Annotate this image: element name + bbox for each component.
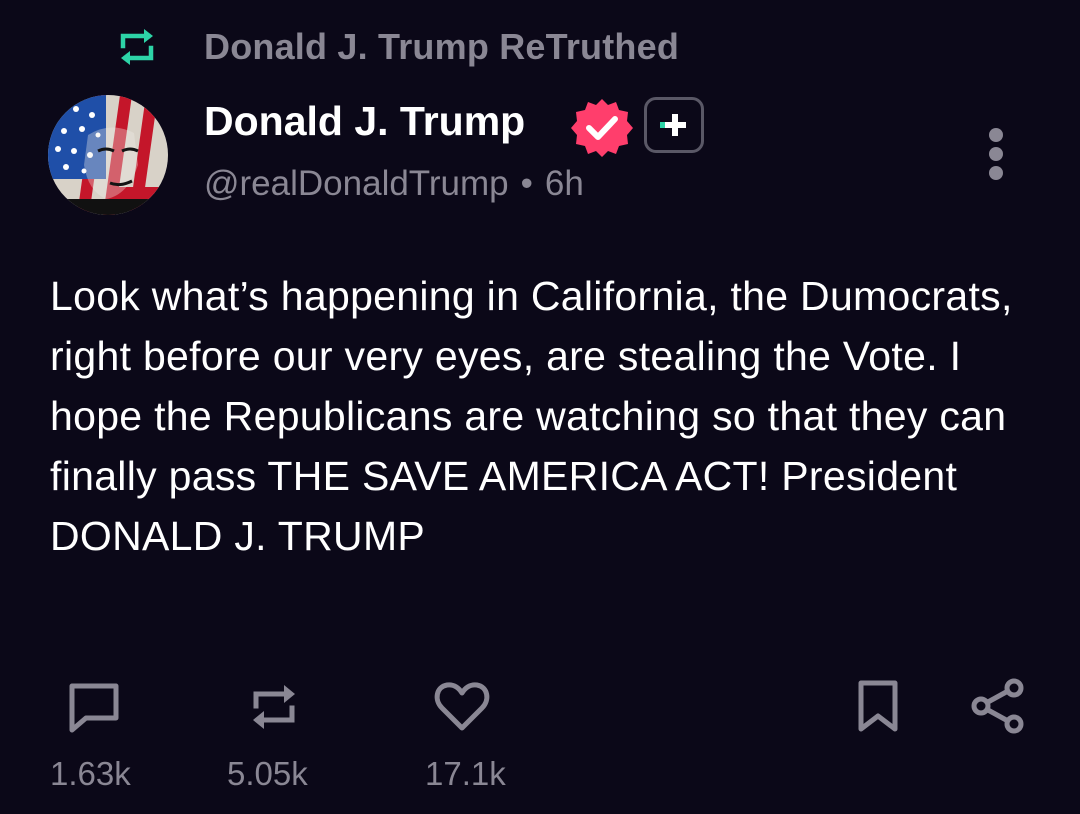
author-name[interactable]: Donald J. Trump: [204, 98, 525, 145]
reply-icon: [69, 683, 119, 733]
reply-button[interactable]: [64, 676, 124, 736]
retruth-header[interactable]: Donald J. Trump ReTruthed: [114, 22, 679, 72]
retruth-icon: [114, 24, 160, 70]
post-text: Look what’s happening in California, the…: [50, 273, 1013, 559]
post-time[interactable]: 6h: [545, 164, 584, 203]
bookmark-icon: [858, 680, 898, 732]
share-icon: [971, 678, 1024, 734]
share-button[interactable]: [968, 676, 1028, 736]
more-vertical-icon: [989, 128, 1003, 180]
handle-row: @realDonaldTrump • 6h: [204, 164, 584, 204]
retruth-icon: [253, 685, 295, 729]
separator-dot: •: [520, 164, 533, 203]
reply-count: 1.63k: [50, 755, 131, 792]
bookmark-button[interactable]: [848, 676, 908, 736]
retruth-count: 5.05k: [227, 755, 308, 792]
avatar[interactable]: [48, 95, 168, 215]
more-options-button[interactable]: [976, 125, 1016, 185]
verified-badge-icon: [570, 96, 634, 160]
truth-plus-icon: [644, 97, 704, 153]
post-card: Donald J. Trump ReTruthed Donald J. Trum…: [0, 0, 1080, 814]
retruth-button[interactable]: [244, 676, 304, 736]
retruth-label: Donald J. Trump ReTruthed: [204, 26, 680, 67]
author-handle[interactable]: @realDonaldTrump: [204, 164, 509, 203]
like-button[interactable]: [432, 676, 492, 736]
like-count: 17.1k: [425, 755, 506, 792]
heart-icon: [434, 682, 490, 731]
